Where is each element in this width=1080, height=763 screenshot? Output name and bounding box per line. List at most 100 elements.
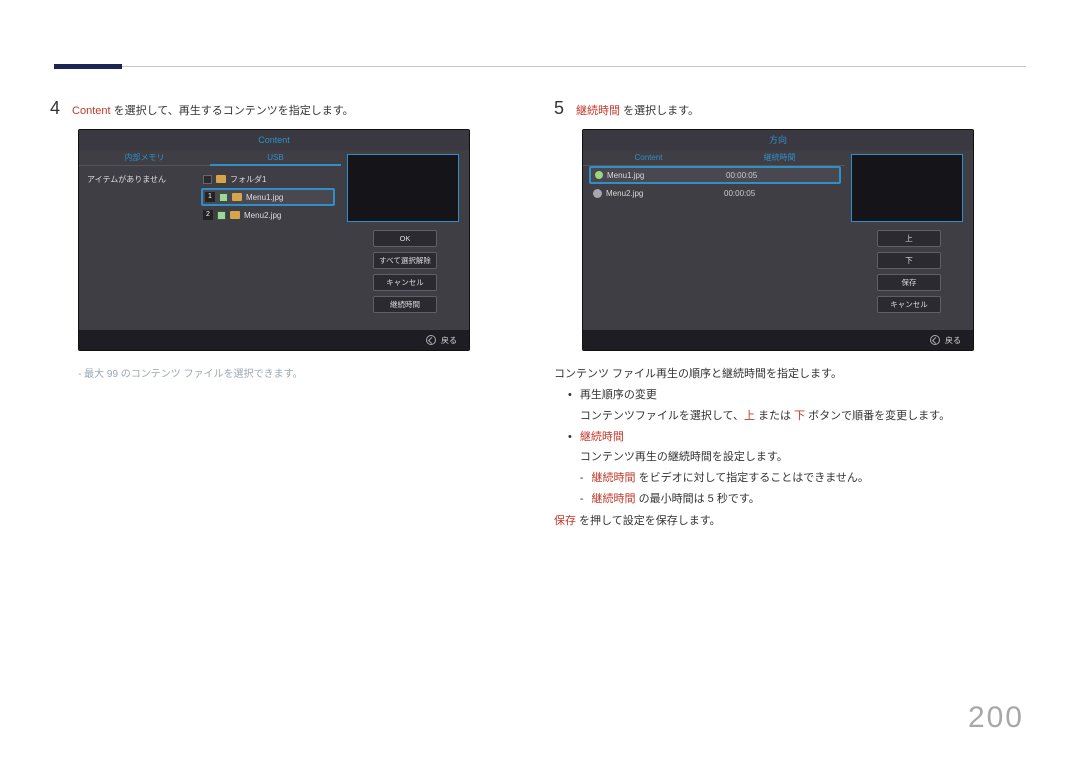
ss2-title: 方向 [583,130,973,150]
back-label[interactable]: 戻る [441,335,457,346]
ss1-tabs: 内部メモリ USB [79,150,341,166]
step5-rest: を選択します。 [620,105,699,117]
file-row-1[interactable]: 1 Menu1.jpg [201,188,335,206]
d1-rest: をビデオに対して指定することはできません。 [636,472,869,484]
up-button[interactable]: 上 [877,230,941,247]
header-content: Content [583,150,714,166]
max-files-note: 最大 99 のコンテンツ ファイルを選択できます。 [78,365,526,380]
image-icon [232,193,242,201]
bullet-duration: • 継続時間 コンテンツ再生の継続時間を設定します。 - 継続時間 をビデオに対… [568,427,1030,511]
order-badge: 2 [203,210,213,220]
intro-paragraph: コンテンツ ファイル再生の順序と継続時間を指定します。 [554,365,1030,385]
b1-up: 上 [744,410,755,422]
ss1-left-col: アイテムがありません [85,170,193,188]
step-4-line: 4 Content を選択して、再生するコンテンツを指定します。 [50,98,526,119]
back-label[interactable]: 戻る [945,335,961,346]
right-column: 5 継続時間 を選択します。 方向 Content 継続時間 Menu1.jpg… [554,98,1030,532]
ss2-headers: Content 継続時間 [583,150,845,166]
ss1-list: アイテムがありません フォルダ1 1 Menu1.jpg [79,166,341,330]
b1-a: コンテンツファイルを選択して、 [580,410,744,422]
save-line: 保存 を押して設定を保存します。 [554,512,1030,532]
screenshot-content: Content 内部メモリ USB アイテムがありません フォルダ1 [78,129,470,351]
bullet2-title: 継続時間 [580,427,869,448]
row1-time: 00:00:05 [726,171,816,180]
bullet1-title: 再生順序の変更 [580,385,950,406]
dash-mark: - [580,489,584,510]
step5-red: 継続時間 [576,105,620,117]
dash2-text: 継続時間 の最小時間は 5 秒です。 [592,489,760,510]
b1-mid: または [755,410,794,422]
left-column: 4 Content を選択して、再生するコンテンツを指定します。 Content… [50,98,526,532]
folder-row[interactable]: フォルダ1 [201,170,335,188]
b1-down: 下 [794,410,805,422]
status-dot-icon [595,171,603,179]
tab-internal-memory[interactable]: 内部メモリ [79,150,210,166]
header-rule [54,66,1026,67]
dash1-text: 継続時間 をビデオに対して指定することはできません。 [592,468,869,489]
checkbox-icon[interactable] [217,211,226,220]
row-file-name: Menu2.jpg [606,189,643,198]
screenshot-direction: 方向 Content 継続時間 Menu1.jpg 00:00:05 Menu2… [582,129,974,351]
header-rule-accent [54,64,122,69]
d2-rest: の最小時間は 5 秒です。 [636,493,760,505]
checkbox-icon[interactable] [203,175,212,184]
folder-label: フォルダ1 [230,174,266,185]
ss1-side-panel: OK すべて選択解除 キャンセル 継続時間 [347,154,463,318]
ss2-side-panel: 上 下 保存 キャンセル [851,154,967,318]
back-icon[interactable] [930,335,940,345]
ss1-footer: 戻る [79,330,469,350]
bullet-reorder-body: 再生順序の変更 コンテンツファイルを選択して、上 または 下 ボタンで順番を変更… [580,385,950,427]
order-badge: 1 [205,192,215,202]
step-number-4: 4 [50,98,60,119]
row2-name: Menu2.jpg [589,189,719,198]
duration-row-2[interactable]: Menu2.jpg 00:00:05 [589,184,841,202]
duration-row-1[interactable]: Menu1.jpg 00:00:05 [589,166,841,184]
ss2-footer: 戻る [583,330,973,350]
save-button[interactable]: 保存 [877,274,941,291]
bullet-list: • 再生順序の変更 コンテンツファイルを選択して、上 または 下 ボタンで順番を… [568,385,1030,510]
row2-time: 00:00:05 [724,189,814,198]
d2-red: 継続時間 [592,493,636,505]
bullet-dot: • [568,427,572,511]
back-icon[interactable] [426,335,436,345]
file-name: Menu2.jpg [244,211,281,220]
bullet-reorder: • 再生順序の変更 コンテンツファイルを選択して、上 または 下 ボタンで順番を… [568,385,1030,427]
step-number-5: 5 [554,98,564,119]
cancel-button[interactable]: キャンセル [877,296,941,313]
ss1-title: Content [79,130,469,150]
d1-red: 継続時間 [592,472,636,484]
no-items-text: アイテムがありません [85,170,193,188]
preview-box [851,154,963,222]
duration-button[interactable]: 継続時間 [373,296,437,313]
bullet-dot: • [568,385,572,427]
ss1-right-col: フォルダ1 1 Menu1.jpg 2 Menu2.jpg [201,170,335,224]
preview-box [347,154,459,222]
step4-rest: を選択して、再生するコンテンツを指定します。 [111,105,354,117]
header-duration: 継続時間 [714,150,845,166]
cancel-button[interactable]: キャンセル [373,274,437,291]
page-body: 4 Content を選択して、再生するコンテンツを指定します。 Content… [50,98,1030,532]
tab-usb[interactable]: USB [210,150,341,166]
dash-2: - 継続時間 の最小時間は 5 秒です。 [580,489,869,510]
dash-mark: - [580,468,584,489]
file-row-2[interactable]: 2 Menu2.jpg [201,206,335,224]
person-icon [593,189,602,198]
down-button[interactable]: 下 [877,252,941,269]
step-5-text: 継続時間 を選択します。 [576,102,699,118]
page-number: 200 [968,701,1024,735]
image-icon [230,211,240,219]
row1-name: Menu1.jpg [591,171,721,180]
step-4-text: Content を選択して、再生するコンテンツを指定します。 [72,102,354,118]
file-name: Menu1.jpg [246,193,283,202]
bullet1-body: コンテンツファイルを選択して、上 または 下 ボタンで順番を変更します。 [580,406,950,427]
no-items-label: アイテムがありません [87,174,166,185]
deselect-all-button[interactable]: すべて選択解除 [373,252,437,269]
bullet2-body: コンテンツ再生の継続時間を設定します。 [580,447,869,468]
row-file-name: Menu1.jpg [607,171,644,180]
b1-b: ボタンで順番を変更します。 [805,410,950,422]
checkbox-icon[interactable] [219,193,228,202]
dash-1: - 継続時間 をビデオに対して指定することはできません。 [580,468,869,489]
ok-button[interactable]: OK [373,230,437,247]
step-5-line: 5 継続時間 を選択します。 [554,98,1030,119]
step4-red: Content [72,105,111,117]
